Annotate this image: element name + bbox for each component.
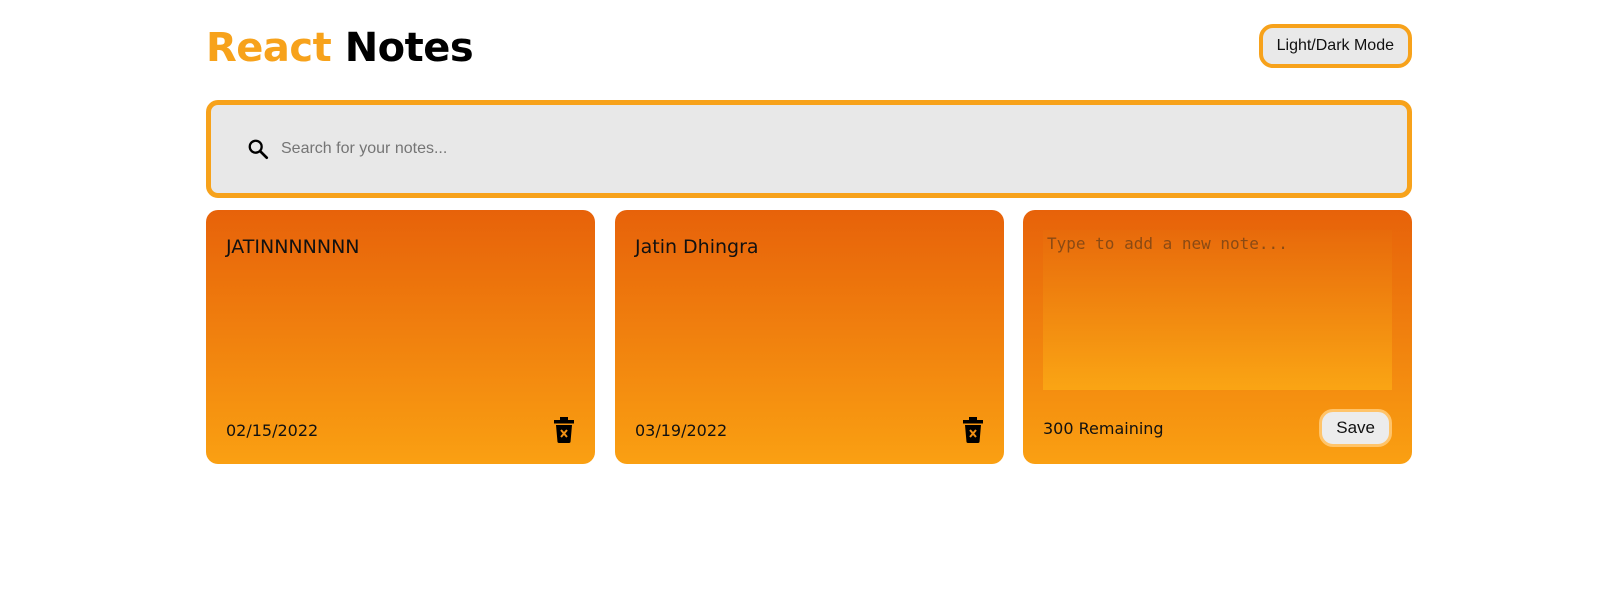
notes-list: JATINNNNNNN 02/15/2022 Jatin Dhingra 03/… (206, 210, 1412, 464)
light-dark-mode-button[interactable]: Light/Dark Mode (1258, 24, 1412, 68)
note-card: JATINNNNNNN 02/15/2022 (206, 210, 595, 464)
title-accent: React (206, 25, 332, 71)
note-text: Jatin Dhingra (635, 236, 759, 258)
header: React Notes Light/Dark Mode (206, 24, 1412, 74)
new-note-card: 300 Remaining Save (1023, 210, 1412, 464)
search-input[interactable] (279, 139, 1283, 159)
note-footer: 03/19/2022 (635, 416, 984, 444)
save-button[interactable]: Save (1319, 409, 1392, 447)
note-footer: 02/15/2022 (226, 416, 575, 444)
page-title: React Notes (206, 25, 474, 71)
search-icon (247, 137, 271, 161)
title-rest: Notes (344, 25, 474, 71)
new-note-footer: 300 Remaining Save (1043, 409, 1392, 447)
remaining-count: 300 Remaining (1043, 418, 1164, 438)
note-card: Jatin Dhingra 03/19/2022 (615, 210, 1004, 464)
note-text: JATINNNNNNN (226, 236, 360, 258)
trash-icon[interactable] (553, 417, 575, 443)
trash-icon[interactable] (962, 417, 984, 443)
note-date: 03/19/2022 (635, 420, 728, 440)
note-date: 02/15/2022 (226, 420, 319, 440)
search-bar (206, 100, 1412, 198)
new-note-textarea[interactable] (1043, 230, 1392, 390)
